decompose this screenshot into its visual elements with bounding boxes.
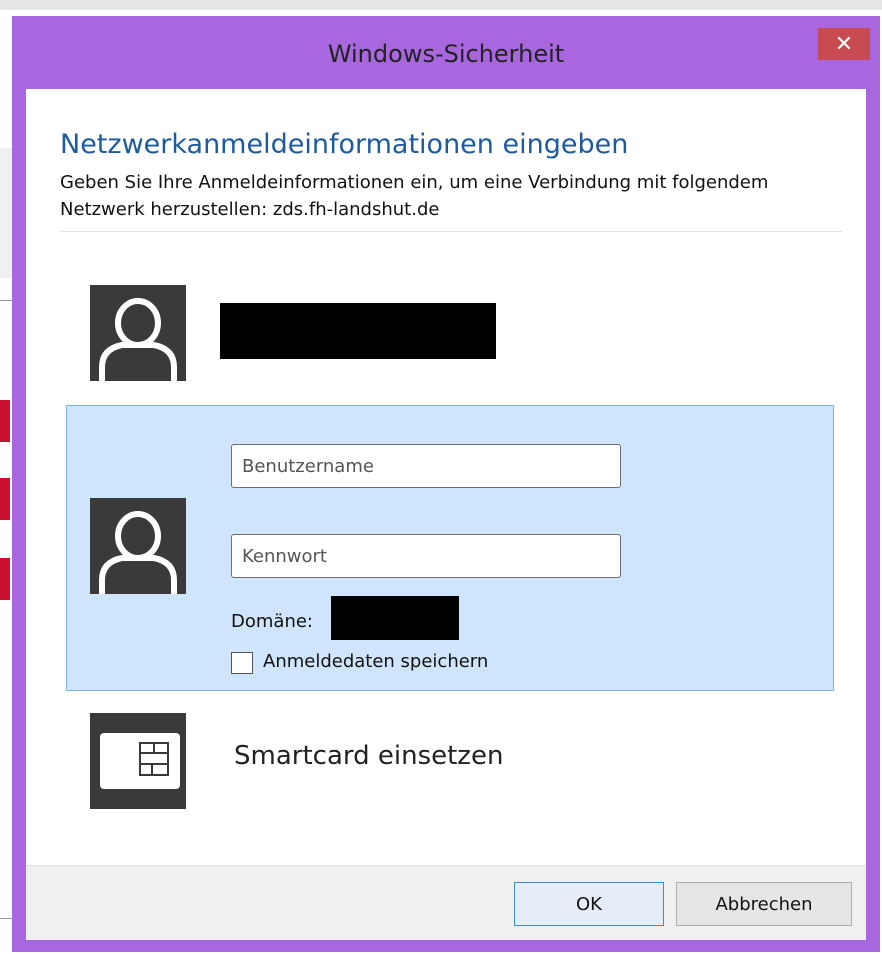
security-dialog: Windows-Sicherheit ✕ Netzwerkanmeldeinfo… bbox=[12, 16, 880, 952]
ok-button[interactable]: OK bbox=[514, 882, 664, 926]
title-bar[interactable]: Windows-Sicherheit ✕ bbox=[12, 16, 880, 89]
dialog-content: Netzwerkanmeldeinformationen eingeben Ge… bbox=[26, 89, 866, 865]
smartcard-icon[interactable] bbox=[90, 713, 186, 809]
user-silhouette-icon bbox=[99, 511, 177, 594]
smartcard-option-label[interactable]: Smartcard einsetzen bbox=[234, 741, 503, 771]
domain-label: Domäne: bbox=[231, 611, 313, 632]
background-divider bbox=[0, 918, 12, 919]
username-input[interactable] bbox=[231, 444, 621, 488]
background-red-block bbox=[0, 478, 10, 520]
user-silhouette-icon bbox=[99, 298, 177, 381]
background-topbar bbox=[0, 0, 882, 10]
close-icon: ✕ bbox=[834, 31, 854, 56]
credential-panel[interactable]: Domäne: Anmeldedaten speichern bbox=[66, 405, 834, 691]
dialog-heading: Netzwerkanmeldeinformationen eingeben bbox=[60, 129, 629, 160]
window-title: Windows-Sicherheit bbox=[327, 40, 565, 68]
close-button[interactable]: ✕ bbox=[818, 28, 870, 60]
user-avatar-icon bbox=[90, 498, 186, 594]
dialog-description: Geben Sie Ihre Anmeldeinformationen ein,… bbox=[60, 172, 769, 220]
redacted-username bbox=[220, 303, 496, 359]
header-divider bbox=[60, 231, 842, 232]
password-input[interactable] bbox=[231, 534, 621, 578]
background-red-block bbox=[0, 558, 10, 600]
smartcard-chip-icon bbox=[100, 733, 180, 789]
redacted-domain bbox=[331, 596, 459, 640]
cancel-button[interactable]: Abbrechen bbox=[676, 882, 852, 926]
dialog-footer: OK Abbrechen bbox=[26, 865, 866, 940]
background-divider bbox=[0, 300, 12, 301]
background-red-block bbox=[0, 400, 10, 442]
background-panel bbox=[0, 148, 12, 278]
user-avatar-icon[interactable] bbox=[90, 285, 186, 381]
remember-credentials-label[interactable]: Anmeldedaten speichern bbox=[263, 651, 488, 672]
remember-credentials-checkbox[interactable] bbox=[231, 652, 253, 674]
